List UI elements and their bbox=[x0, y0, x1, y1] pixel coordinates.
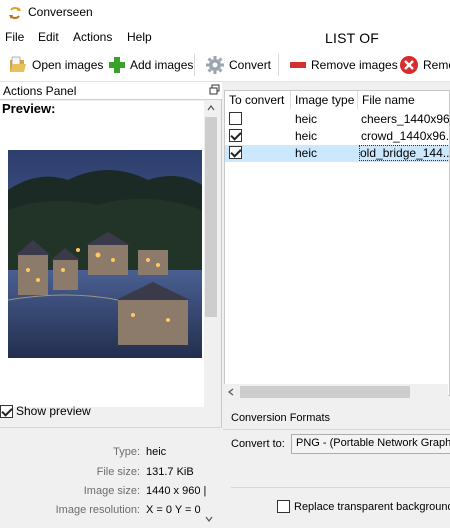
row-type: heic bbox=[295, 146, 318, 160]
chevron-up-icon[interactable] bbox=[207, 105, 215, 111]
table-row[interactable]: heic crowd_1440x96... bbox=[225, 128, 450, 145]
show-preview-checkbox[interactable]: Show preview bbox=[0, 404, 91, 418]
open-images-button[interactable]: Open images bbox=[8, 53, 103, 77]
close-circle-icon bbox=[400, 56, 418, 74]
title-bar: Converseen bbox=[0, 0, 450, 26]
menu-actions[interactable]: Actions bbox=[73, 30, 112, 44]
scrollbar-thumb[interactable] bbox=[240, 386, 410, 398]
show-preview-check[interactable] bbox=[0, 404, 13, 418]
column-image-type[interactable]: Image type bbox=[291, 91, 358, 109]
scrollbar-thumb[interactable] bbox=[205, 117, 217, 317]
table-row[interactable]: heic old_bridge_144... bbox=[225, 145, 449, 162]
column-file-name[interactable]: File name bbox=[358, 91, 449, 109]
add-images-label: Add images bbox=[130, 58, 194, 72]
divider bbox=[223, 429, 450, 430]
replace-background-check[interactable] bbox=[277, 500, 290, 513]
open-images-label: Open images bbox=[32, 58, 104, 72]
row-file-name: crowd_1440x96... bbox=[361, 129, 450, 143]
image-size-value: 1440 x 960 | bbox=[146, 485, 207, 497]
convert-label: Convert bbox=[229, 58, 272, 72]
menu-file[interactable]: File bbox=[5, 30, 24, 44]
toolbar-separator bbox=[194, 54, 195, 76]
row-file-name: old_bridge_144... bbox=[359, 145, 449, 161]
convert-button[interactable]: Convert bbox=[205, 53, 271, 77]
image-resolution-value: X = 0 Y = 0 bbox=[146, 504, 201, 516]
menu-bar: File Edit Actions Help LIST OF FREEWARE bbox=[0, 26, 450, 62]
divider bbox=[231, 487, 450, 488]
convert-to-label: Convert to: bbox=[231, 438, 285, 450]
converseen-logo-icon bbox=[9, 7, 21, 19]
row-checkbox[interactable] bbox=[229, 146, 242, 159]
remove-all-label: Remo bbox=[423, 58, 450, 72]
actions-panel-header: Actions Panel bbox=[0, 82, 222, 100]
actions-panel-title: Actions Panel bbox=[3, 84, 77, 98]
row-checkbox[interactable] bbox=[229, 112, 242, 125]
conversion-formats-title: Conversion Formats bbox=[231, 412, 331, 424]
replace-background-label: Replace transparent background bbox=[294, 500, 450, 513]
type-value: heic bbox=[146, 446, 167, 458]
type-label: Type: bbox=[113, 446, 140, 458]
remove-all-button[interactable]: Remo bbox=[399, 53, 450, 77]
gear-icon bbox=[206, 56, 224, 74]
image-resolution-label: Image resolution: bbox=[55, 504, 140, 516]
replace-background-checkbox[interactable]: Replace transparent background bbox=[277, 500, 450, 513]
image-preview bbox=[8, 150, 202, 358]
column-to-convert[interactable]: To convert bbox=[225, 91, 291, 109]
conversion-formats-group: Conversion Formats Convert to: PNG - (Po… bbox=[223, 407, 450, 528]
minus-icon bbox=[290, 62, 306, 68]
horizontal-scrollbar[interactable] bbox=[224, 384, 448, 400]
row-type: heic bbox=[295, 129, 318, 143]
open-folder-icon bbox=[10, 56, 26, 72]
chevron-left-icon[interactable] bbox=[228, 388, 234, 396]
toolbar: Open images Add images Convert Remove im… bbox=[0, 48, 450, 82]
file-size-value: 131.7 KiB bbox=[146, 466, 194, 478]
plus-icon bbox=[109, 57, 125, 73]
preview-label: Preview: bbox=[2, 101, 56, 116]
row-type: heic bbox=[295, 112, 318, 126]
actions-panel: Actions Panel Preview: Show preview Type… bbox=[0, 82, 222, 528]
window-title: Converseen bbox=[28, 5, 93, 19]
menu-help[interactable]: Help bbox=[127, 30, 152, 44]
file-size-label: File size: bbox=[96, 466, 140, 478]
table-row[interactable]: heic cheers_1440x96... bbox=[225, 111, 450, 128]
add-images-button[interactable]: Add images bbox=[108, 53, 193, 77]
image-size-label: Image size: bbox=[83, 485, 140, 497]
chevron-down-icon[interactable] bbox=[205, 516, 213, 522]
toolbar-separator bbox=[278, 54, 279, 76]
menu-edit[interactable]: Edit bbox=[38, 30, 59, 44]
row-file-name: cheers_1440x96... bbox=[361, 112, 450, 126]
preview-scrollbar[interactable] bbox=[204, 101, 218, 407]
file-list-panel: To convert Image type File name heic che… bbox=[223, 82, 450, 528]
show-preview-label: Show preview bbox=[16, 404, 91, 418]
remove-images-label: Remove images bbox=[311, 58, 398, 72]
row-checkbox[interactable] bbox=[229, 129, 242, 142]
remove-images-button[interactable]: Remove images bbox=[289, 53, 398, 77]
undock-icon[interactable] bbox=[209, 84, 220, 95]
file-table: To convert Image type File name heic che… bbox=[224, 90, 450, 396]
format-select[interactable]: PNG - (Portable Network Graphics) bbox=[291, 434, 450, 454]
image-info: Type: heic File size: 131.7 KiB Image si… bbox=[0, 427, 222, 528]
